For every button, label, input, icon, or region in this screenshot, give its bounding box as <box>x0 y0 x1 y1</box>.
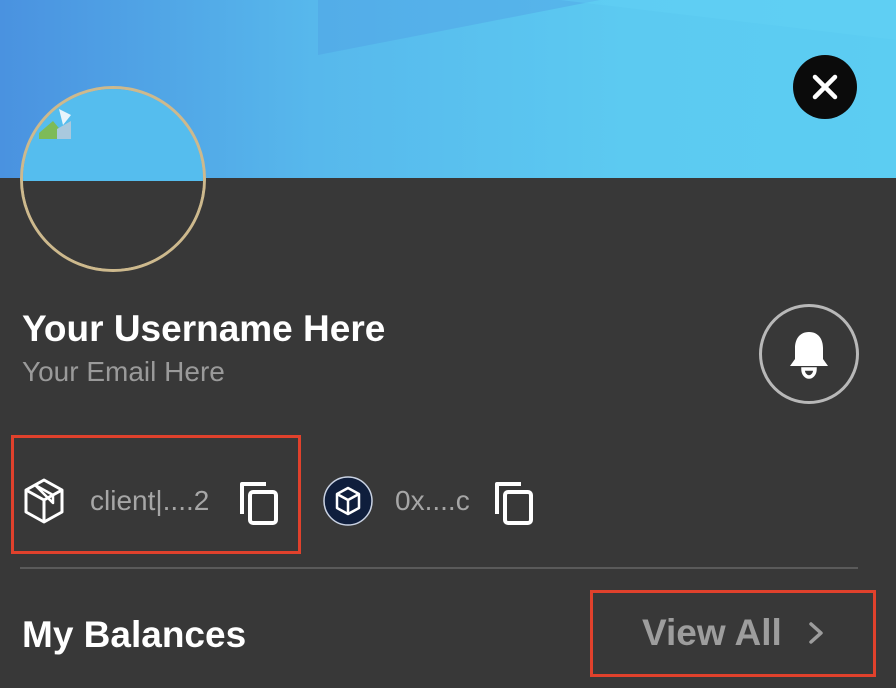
bell-icon <box>790 332 828 379</box>
close-button[interactable] <box>793 55 857 119</box>
broken-image-icon <box>39 109 71 139</box>
section-divider <box>20 567 858 569</box>
balances-title: My Balances <box>22 614 247 655</box>
copy-icon[interactable] <box>238 480 280 526</box>
avatar[interactable] <box>20 86 206 272</box>
chevron-right-icon <box>809 622 823 644</box>
view-all-label: View All <box>642 612 782 653</box>
email: Your Email Here <box>22 356 225 387</box>
wallet-item-address: 0x....c <box>323 476 470 526</box>
cube-outline-icon <box>24 478 64 524</box>
wallet-item-client: client|....2 <box>22 476 209 526</box>
username: Your Username Here <box>22 308 386 349</box>
cube-badge-icon <box>323 476 373 526</box>
avatar-bottom-half <box>23 181 203 269</box>
wallet-address: 0x....c <box>395 485 470 516</box>
notifications-button[interactable] <box>759 304 859 404</box>
wallet-address: client|....2 <box>90 485 210 516</box>
copy-icon[interactable] <box>493 480 535 526</box>
close-icon <box>812 74 838 100</box>
view-all-button[interactable]: View All <box>642 612 826 654</box>
